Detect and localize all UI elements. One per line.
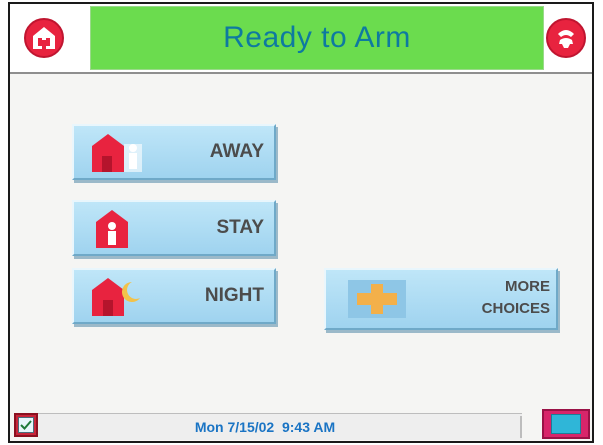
night-label: NIGHT — [204, 285, 264, 306]
house-person-stay-icon — [88, 208, 144, 248]
house-person-away-icon — [88, 132, 144, 172]
more-label-line2: CHOICES — [481, 300, 550, 317]
book-page-icon — [551, 414, 581, 434]
night-button[interactable]: NIGHT — [72, 268, 276, 324]
header: Ready to Arm — [10, 4, 592, 74]
away-label: AWAY — [209, 141, 264, 162]
house-moon-night-icon — [88, 276, 144, 316]
status-bar: Mon 7/15/02 9:43 AM — [38, 413, 522, 440]
phone-handset-icon[interactable] — [546, 18, 586, 58]
more-choices-button[interactable]: MORE CHOICES — [324, 268, 558, 330]
stay-label: STAY — [216, 217, 264, 238]
book-icon[interactable] — [542, 409, 590, 439]
away-button[interactable]: AWAY — [72, 124, 276, 180]
page-title: Ready to Arm — [223, 21, 411, 54]
plus-icon — [348, 280, 406, 318]
keypad-screen: Ready to Arm AWAY STAY NIGHT MORE CHOICE… — [8, 2, 594, 443]
stay-button[interactable]: STAY — [72, 200, 276, 256]
footer: Mon 7/15/02 9:43 AM — [10, 409, 592, 441]
more-choices-label: MORE CHOICES — [482, 276, 550, 320]
title-bar: Ready to Arm — [90, 6, 544, 70]
date-time: Mon 7/15/02 9:43 AM — [194, 419, 336, 435]
house-icon[interactable] — [24, 18, 64, 58]
more-label-line1: MORE — [505, 278, 550, 295]
checkmark-icon — [18, 417, 34, 433]
checkbox-icon[interactable] — [14, 413, 38, 437]
status-divider — [520, 416, 522, 438]
